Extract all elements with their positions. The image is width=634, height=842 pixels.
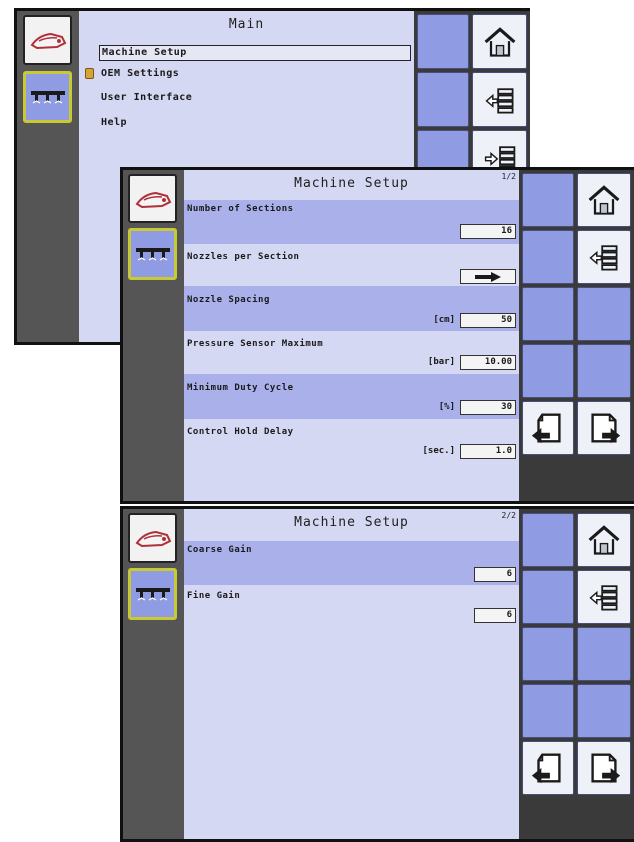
soft-key[interactable] (522, 627, 574, 681)
soft-key[interactable] (522, 287, 574, 341)
machine-setup-screen-page1: Machine Setup 1/2 Number of Sections 16 … (120, 167, 634, 504)
setting-unit: [%] (438, 402, 455, 412)
setting-value-field[interactable]: 6 (474, 608, 516, 623)
soft-key[interactable] (577, 344, 631, 398)
soft-key[interactable] (577, 684, 631, 738)
soft-key[interactable] (577, 627, 631, 681)
lock-icon (85, 68, 94, 79)
settings-panel: Machine Setup 2/2 Coarse Gain 6 Fine Gai… (184, 509, 519, 839)
left-column (123, 170, 184, 501)
setting-row[interactable]: Fine Gain 6 (184, 585, 519, 629)
nozzle-boom-icon (133, 583, 173, 607)
left-column (123, 509, 184, 839)
page-indicator: 2/2 (501, 511, 516, 520)
setting-label: Nozzle Spacing (187, 295, 270, 305)
left-column (17, 11, 79, 342)
sprayer-tab[interactable] (23, 15, 72, 65)
menu-back-button[interactable] (472, 72, 527, 127)
sprayer-icon (134, 527, 174, 551)
page-next-button[interactable] (577, 401, 631, 455)
setting-row[interactable]: Nozzle Spacing [cm] 50 (184, 286, 519, 331)
soft-key-column (519, 509, 634, 839)
home-button[interactable] (577, 173, 631, 227)
setting-label: Control Hold Delay (187, 427, 294, 437)
menu-item-help[interactable]: Help (101, 117, 127, 128)
home-icon (586, 522, 622, 558)
nozzle-tab[interactable] (128, 568, 177, 620)
soft-key[interactable] (577, 287, 631, 341)
menu-item-user-interface[interactable]: User Interface (101, 92, 192, 103)
setting-label: Nozzles per Section (187, 252, 300, 262)
setting-value-field[interactable]: 30 (460, 400, 516, 415)
home-icon (482, 24, 518, 60)
soft-key[interactable] (522, 570, 574, 624)
setting-unit: [bar] (427, 357, 455, 367)
sprayer-tab[interactable] (128, 174, 177, 223)
setting-row[interactable]: Number of Sections 16 (184, 200, 519, 244)
page-previous-button[interactable] (522, 741, 574, 795)
menu-item-oem-settings[interactable]: OEM Settings (101, 68, 179, 79)
home-icon (586, 182, 622, 218)
menu-back-icon (586, 239, 622, 275)
soft-key[interactable] (417, 72, 469, 127)
nozzle-tab[interactable] (128, 228, 177, 280)
page-previous-icon (529, 749, 567, 787)
setting-row[interactable]: Pressure Sensor Maximum [bar] 10.00 (184, 331, 519, 374)
nozzle-boom-icon (28, 86, 68, 110)
sprayer-tab[interactable] (128, 513, 177, 563)
soft-key[interactable] (522, 344, 574, 398)
page-title: Main (228, 17, 265, 32)
nozzle-tab[interactable] (23, 71, 72, 123)
setting-row[interactable]: Minimum Duty Cycle [%] 30 (184, 374, 519, 419)
setting-label: Fine Gain (187, 591, 241, 601)
page-next-icon (585, 409, 623, 447)
soft-key[interactable] (522, 230, 574, 284)
page-previous-button[interactable] (522, 401, 574, 455)
page-title: Machine Setup (294, 176, 409, 191)
page-next-icon (585, 749, 623, 787)
nozzle-boom-icon (133, 243, 173, 267)
setting-unit: [cm] (433, 315, 455, 325)
setting-label: Minimum Duty Cycle (187, 383, 294, 393)
soft-key[interactable] (417, 14, 469, 69)
soft-key[interactable] (522, 513, 574, 567)
home-button[interactable] (472, 14, 527, 69)
setting-value-field[interactable]: 16 (460, 224, 516, 239)
sprayer-icon (29, 29, 69, 53)
setting-label: Pressure Sensor Maximum (187, 339, 324, 349)
setting-row[interactable]: Coarse Gain 6 (184, 541, 519, 585)
setting-row[interactable]: Nozzles per Section (184, 244, 519, 286)
soft-key-column (519, 170, 634, 501)
page-previous-icon (529, 409, 567, 447)
soft-key[interactable] (522, 684, 574, 738)
page-title: Machine Setup (294, 515, 409, 530)
setting-label: Number of Sections (187, 204, 294, 214)
setting-unit: [sec.] (422, 446, 455, 456)
menu-item-machine-setup[interactable]: Machine Setup (99, 45, 411, 61)
arrow-right-icon (475, 271, 501, 282)
setting-value-field[interactable]: 10.00 (460, 355, 516, 370)
sub-menu-arrow-button[interactable] (460, 269, 516, 284)
setting-value-field[interactable]: 1.0 (460, 444, 516, 459)
settings-panel: Machine Setup 1/2 Number of Sections 16 … (184, 170, 519, 501)
page-next-button[interactable] (577, 741, 631, 795)
setting-row[interactable]: Control Hold Delay [sec.] 1.0 (184, 419, 519, 463)
setting-value-field[interactable]: 6 (474, 567, 516, 582)
soft-key[interactable] (522, 173, 574, 227)
page-indicator: 1/2 (501, 172, 516, 181)
menu-back-button[interactable] (577, 570, 631, 624)
setting-label: Coarse Gain (187, 545, 253, 555)
menu-back-button[interactable] (577, 230, 631, 284)
home-button[interactable] (577, 513, 631, 567)
sprayer-icon (134, 188, 174, 212)
machine-setup-screen-page2: Machine Setup 2/2 Coarse Gain 6 Fine Gai… (120, 506, 634, 842)
setting-value-field[interactable]: 50 (460, 313, 516, 328)
menu-back-icon (482, 82, 518, 118)
menu-back-icon (586, 579, 622, 615)
